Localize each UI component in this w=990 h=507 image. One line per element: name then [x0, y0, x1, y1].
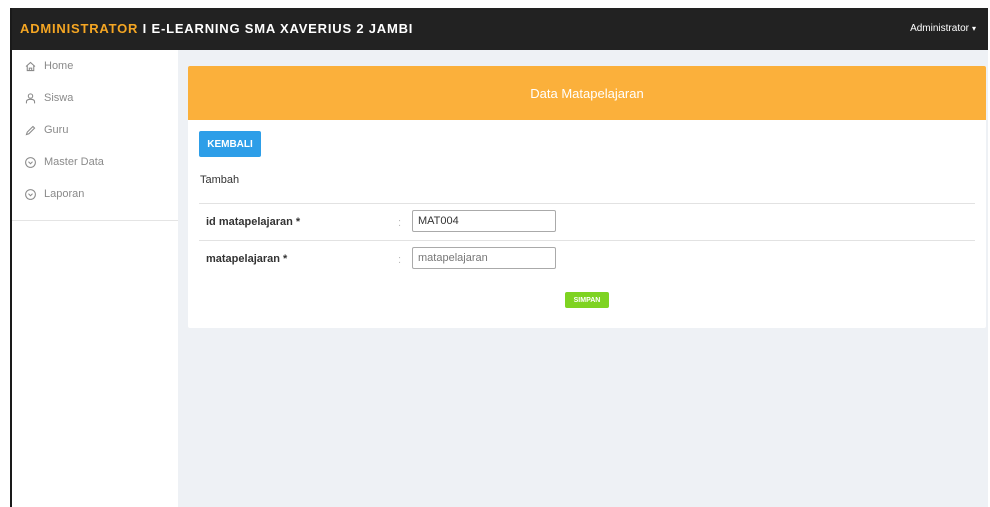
form-subtitle: Tambah	[200, 174, 240, 186]
sidebar-item-label: Siswa	[44, 92, 74, 104]
sidebar-item-laporan[interactable]: Laporan	[12, 178, 178, 210]
field-colon: :	[398, 217, 402, 229]
user-menu-dropdown[interactable]: Administrator ▾	[910, 23, 976, 34]
data-panel: Data Matapelajaran KEMBALI Tambah id mat…	[188, 66, 986, 328]
brand-separator: I	[138, 21, 152, 36]
back-button[interactable]: KEMBALI	[199, 131, 261, 157]
field-colon: :	[398, 254, 402, 266]
id-matapelajaran-label: id matapelajaran *	[206, 216, 301, 228]
app-frame: ADMINISTRATOR I E-LEARNING SMA XAVERIUS …	[10, 8, 988, 507]
sidebar-item-label: Guru	[44, 124, 69, 136]
sidebar-item-master-data[interactable]: Master Data	[12, 146, 178, 178]
brand-app-name: E-LEARNING SMA XAVERIUS 2 JAMBI	[151, 21, 414, 36]
sidebar-item-label: Home	[44, 60, 74, 72]
sidebar-item-label: Master Data	[44, 156, 104, 168]
sidebar-item-guru[interactable]: Guru	[12, 114, 178, 146]
matapelajaran-input[interactable]	[412, 247, 556, 269]
user-menu-label: Administrator	[910, 23, 969, 34]
chevron-circle-down-icon	[22, 154, 38, 170]
form-divider	[199, 240, 975, 241]
top-navbar: ADMINISTRATOR I E-LEARNING SMA XAVERIUS …	[12, 8, 988, 50]
panel-header: Data Matapelajaran	[188, 66, 986, 120]
sidebar-item-siswa[interactable]: Siswa	[12, 82, 178, 114]
matapelajaran-label: matapelajaran *	[206, 253, 288, 265]
sidebar-item-label: Laporan	[44, 188, 85, 200]
brand-role: ADMINISTRATOR	[20, 21, 139, 36]
form-divider	[199, 203, 975, 204]
sidebar-menu: Home Siswa Guru Master Data Laporan	[12, 50, 178, 221]
sidebar: Home Siswa Guru Master Data Laporan	[12, 50, 178, 507]
caret-down-icon: ▾	[971, 24, 976, 33]
chevron-circle-down-icon	[22, 186, 38, 202]
home-icon	[22, 58, 38, 74]
sidebar-item-home[interactable]: Home	[12, 50, 178, 82]
save-button[interactable]: SIMPAN	[565, 292, 609, 308]
panel-title: Data Matapelajaran	[530, 85, 644, 101]
app-brand[interactable]: ADMINISTRATOR I E-LEARNING SMA XAVERIUS …	[20, 21, 413, 36]
id-matapelajaran-input[interactable]	[412, 210, 556, 232]
user-icon	[22, 90, 38, 106]
pencil-icon	[22, 122, 38, 138]
